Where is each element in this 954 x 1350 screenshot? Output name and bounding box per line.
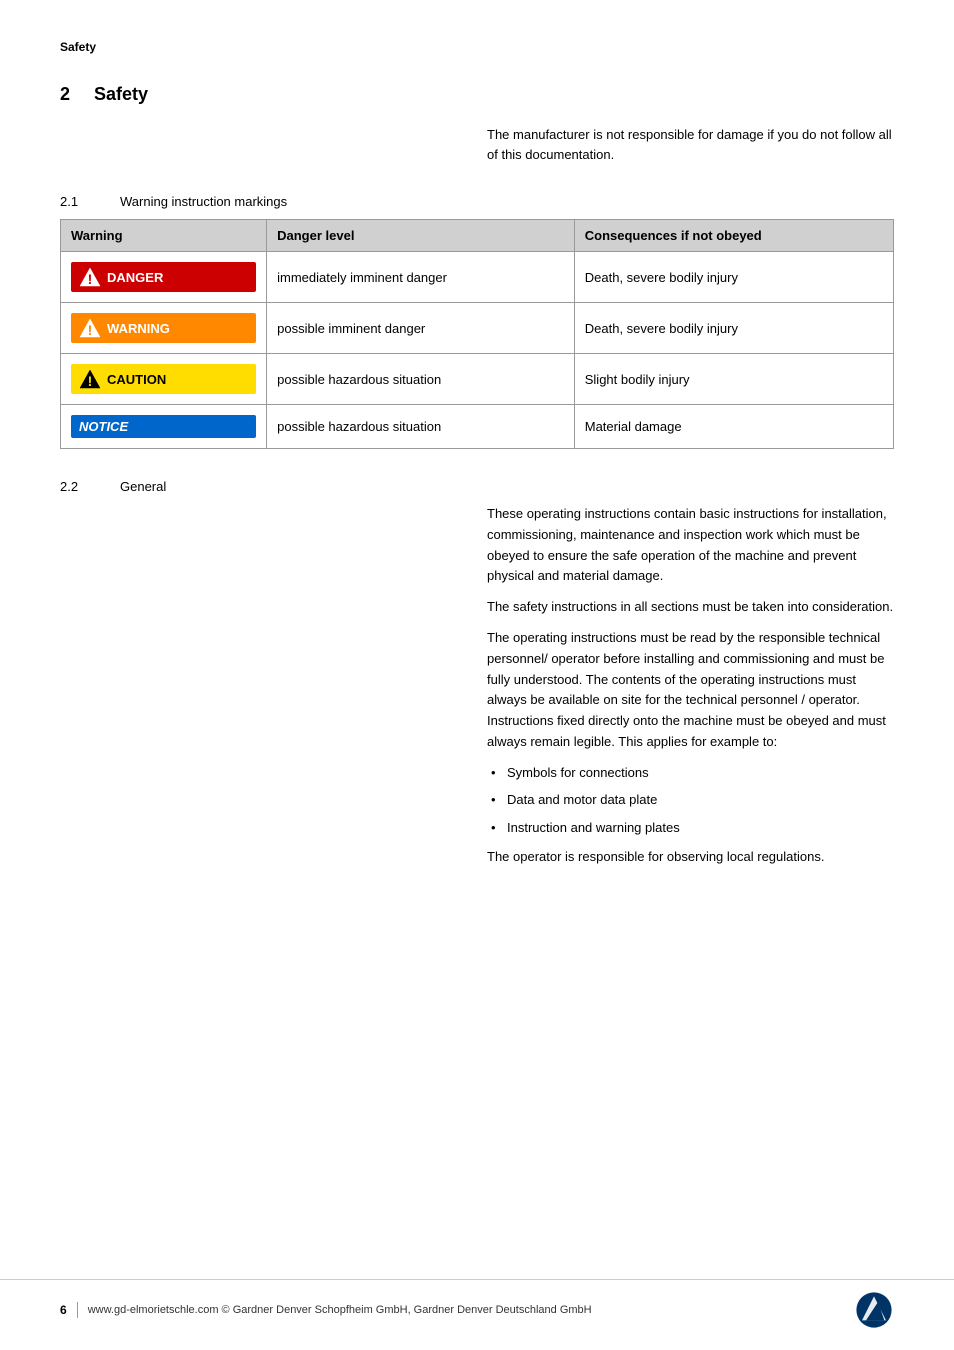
footer-divider: [77, 1302, 78, 1318]
notice-badge: NOTICE: [71, 415, 256, 438]
general-para-2: The safety instructions in all sections …: [487, 597, 894, 618]
table-row: NOTICE possible hazardous situation Mate…: [61, 405, 894, 449]
caution-label: CAUTION: [107, 372, 166, 387]
brand-logo: [854, 1290, 894, 1330]
intro-spacer: [60, 125, 467, 164]
closing-text: The operator is responsible for observin…: [487, 847, 894, 868]
danger-label: DANGER: [107, 270, 163, 285]
svg-text:!: !: [88, 373, 93, 389]
bullet-list: Symbols for connections Data and motor d…: [487, 763, 894, 838]
section-number: 2: [60, 84, 70, 105]
danger-icon: !: [79, 266, 101, 288]
caution-icon: !: [79, 368, 101, 390]
section-title: 2 Safety: [60, 84, 894, 105]
subsection-2-1-title: Warning instruction markings: [120, 194, 287, 209]
general-section: These operating instructions contain bas…: [60, 504, 894, 878]
svg-text:!: !: [88, 322, 93, 338]
general-para-1: These operating instructions contain bas…: [487, 504, 894, 587]
danger-level-caution: possible hazardous situation: [267, 354, 575, 405]
page-footer: 6 www.gd-elmorietschle.com © Gardner Den…: [0, 1279, 954, 1330]
col-header-warning: Warning: [61, 220, 267, 252]
warning-cell-caution: ! CAUTION: [61, 354, 267, 405]
general-spacer: [60, 504, 467, 878]
general-para-3: The operating instructions must be read …: [487, 628, 894, 753]
consequence-notice: Material damage: [574, 405, 893, 449]
footer-page-number: 6: [60, 1303, 67, 1317]
elmo-rietschle-logo-icon: [854, 1290, 894, 1330]
col-header-consequences: Consequences if not obeyed: [574, 220, 893, 252]
caution-badge: ! CAUTION: [71, 364, 256, 394]
warning-table: Warning Danger level Consequences if not…: [60, 219, 894, 449]
danger-level-danger: immediately imminent danger: [267, 252, 575, 303]
consequence-danger: Death, severe bodily injury: [574, 252, 893, 303]
intro-text: The manufacturer is not responsible for …: [487, 125, 894, 164]
page-header: Safety: [60, 40, 894, 54]
intro-layout: The manufacturer is not responsible for …: [60, 125, 894, 164]
consequence-caution: Slight bodily injury: [574, 354, 893, 405]
subsection-2-1-header: 2.1 Warning instruction markings: [60, 194, 894, 209]
subsection-2-1-number: 2.1: [60, 194, 100, 209]
warning-cell-danger: ! DANGER: [61, 252, 267, 303]
table-row: ! CAUTION possible hazardous situation S…: [61, 354, 894, 405]
footer-text: www.gd-elmorietschle.com © Gardner Denve…: [88, 1304, 854, 1316]
page: Safety 2 Safety The manufacturer is not …: [0, 0, 954, 1350]
warning-icon: !: [79, 317, 101, 339]
general-text: These operating instructions contain bas…: [487, 504, 894, 878]
warning-label: WARNING: [107, 321, 170, 336]
danger-level-warning: possible imminent danger: [267, 303, 575, 354]
table-row: ! DANGER immediately imminent danger Dea…: [61, 252, 894, 303]
col-header-danger: Danger level: [267, 220, 575, 252]
danger-badge: ! DANGER: [71, 262, 256, 292]
list-item: Instruction and warning plates: [487, 818, 894, 838]
consequence-warning: Death, severe bodily injury: [574, 303, 893, 354]
notice-label: NOTICE: [79, 419, 128, 434]
section-name: Safety: [94, 84, 148, 105]
warning-badge: ! WARNING: [71, 313, 256, 343]
svg-text:!: !: [88, 271, 93, 287]
list-item: Data and motor data plate: [487, 790, 894, 810]
list-item: Symbols for connections: [487, 763, 894, 783]
subsection-2-2-number: 2.2: [60, 479, 100, 494]
table-row: ! WARNING possible imminent danger Death…: [61, 303, 894, 354]
subsection-2-2-header: 2.2 General: [60, 479, 894, 494]
subsection-2-2-title: General: [120, 479, 166, 494]
warning-cell-warning: ! WARNING: [61, 303, 267, 354]
warning-cell-notice: NOTICE: [61, 405, 267, 449]
danger-level-notice: possible hazardous situation: [267, 405, 575, 449]
